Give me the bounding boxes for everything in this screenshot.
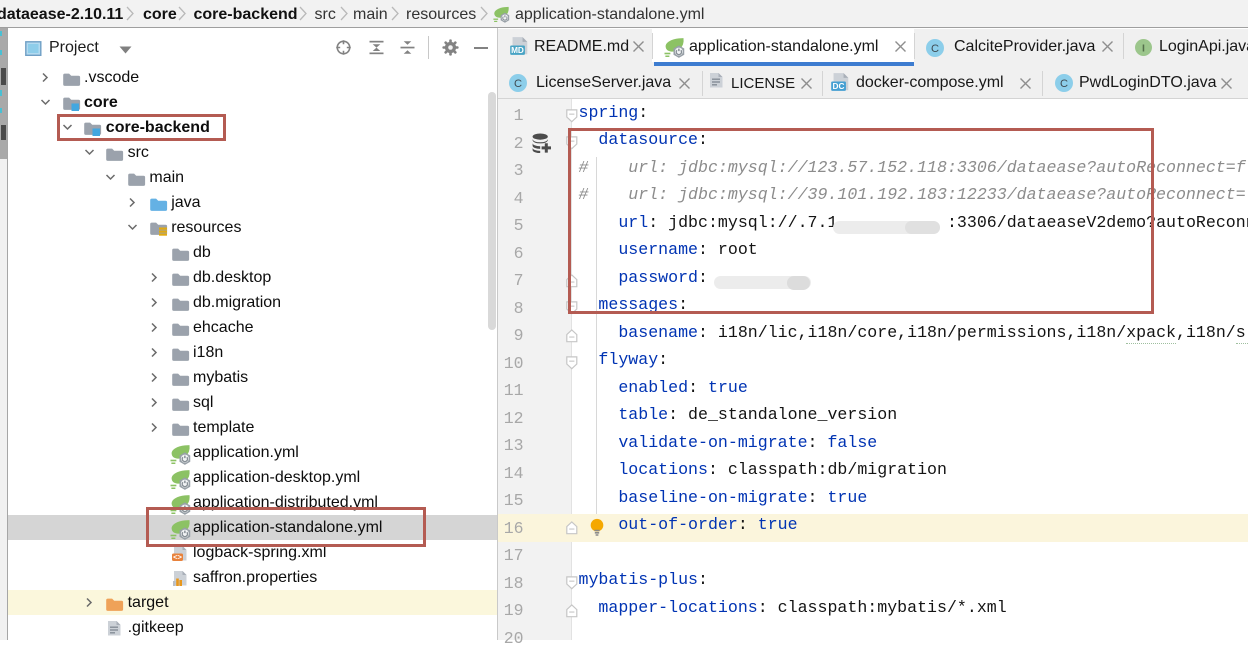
svg-text:MD: MD xyxy=(511,45,524,54)
svg-text:C: C xyxy=(514,78,522,90)
svg-text:C: C xyxy=(1060,78,1068,90)
svg-text:C: C xyxy=(931,43,939,55)
svg-text:DC: DC xyxy=(833,81,845,90)
svg-text:<>: <> xyxy=(173,552,182,561)
svg-text:I: I xyxy=(1142,43,1145,55)
